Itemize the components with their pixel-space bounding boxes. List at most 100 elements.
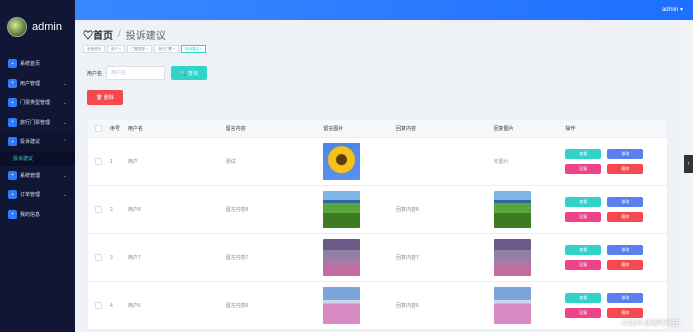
row-checkbox-cell <box>88 302 106 309</box>
feedback-icon: ▪ <box>8 137 17 147</box>
submenu-item-feedback[interactable]: 投诉建议 <box>0 151 75 166</box>
row-checkbox-cell <box>88 254 106 261</box>
reply-image-cell <box>490 287 562 324</box>
sidebar-item[interactable]: ▪ 系统管理 ⌄ <box>0 166 75 186</box>
sidebar: admin ▪ 系统首页 ▪ 用户管理 ⌄ ▪ 门票类型管理 ⌄ ▪ 旅行门票管理 ⌄ ▪ 投诉建议 ⌃ … <box>0 0 75 332</box>
action-buttons: 查看 修改 回复 删除 <box>565 245 667 270</box>
sidebar-item[interactable]: ▪ 投诉建议 ⌃ <box>0 132 75 152</box>
view-button[interactable]: 查看 <box>565 197 602 207</box>
row-checkbox[interactable] <box>95 254 102 261</box>
row-username: 用户 <box>127 159 138 165</box>
tab-tag[interactable]: 旅行门票 × <box>154 45 180 53</box>
message-image[interactable] <box>323 143 361 180</box>
action-buttons: 查看 修改 回复 删除 <box>565 197 667 222</box>
reply-button[interactable]: 回复 <box>565 308 602 318</box>
breadcrumb-home[interactable]: ♡首页 <box>83 27 113 42</box>
column-header: 回复内容 <box>395 126 416 132</box>
delete-button[interactable]: 删除 <box>607 212 644 222</box>
edit-button[interactable]: 修改 <box>607 197 644 207</box>
message-image-cell <box>319 239 392 276</box>
delete-button[interactable]: 删除 <box>607 308 644 318</box>
user-menu[interactable]: admin ▾ <box>662 6 683 13</box>
sidebar-item[interactable]: ▪ 系统首页 <box>0 54 75 74</box>
row-number: 1 <box>109 158 113 165</box>
column-header: 操作 <box>565 126 576 132</box>
feedback-table: 序号 用户名 留言内容 留言图片 回复内容 回复图片 操作 1 用户 测试 无图片 查看 修改 回复 删除… <box>87 119 668 331</box>
tab-tag[interactable]: 系统首页 <box>83 45 105 53</box>
page-title: 投诉建议 <box>125 31 166 42</box>
side-panel-toggle-icon[interactable]: ‹ <box>684 155 693 173</box>
row-number: 3 <box>109 254 113 261</box>
row-actions: 查看 修改 回复 删除 <box>561 197 667 222</box>
brand: admin <box>0 0 75 54</box>
sidebar-item[interactable]: ▪ 我的信息 <box>0 205 75 225</box>
ticket-icon: ▪ <box>8 98 17 108</box>
reply-image[interactable] <box>493 239 531 276</box>
top-bar: admin ▾ <box>0 0 693 20</box>
action-buttons: 查看 修改 回复 删除 <box>565 149 667 174</box>
reply-button[interactable]: 回复 <box>565 212 602 222</box>
view-button[interactable]: 查看 <box>565 245 602 255</box>
reply-image-cell: 无图片 <box>490 158 562 165</box>
sidebar-item[interactable]: ▪ 旅行门票管理 ⌄ <box>0 113 75 133</box>
search-input[interactable]: 用户名 <box>106 66 166 80</box>
row-actions: 查看 修改 回复 删除 <box>561 293 667 318</box>
column-header: 回复图片 <box>493 126 514 132</box>
reply-button[interactable]: 回复 <box>565 164 602 174</box>
reply-image[interactable] <box>493 191 531 228</box>
row-checkbox-cell <box>88 158 106 165</box>
sidebar-item[interactable]: ▪ 订单管理 ⌄ <box>0 185 75 205</box>
row-checkbox[interactable] <box>95 206 102 213</box>
table-row: 3 用户7 留言内容7 回复内容7 查看 修改 回复 删除 <box>88 234 667 282</box>
search-button[interactable]: 🔍 查询 <box>171 66 208 80</box>
watermark: CSDN @博时科技 <box>622 320 679 327</box>
select-all-checkbox[interactable] <box>95 125 102 132</box>
reply-button[interactable]: 回复 <box>565 260 602 270</box>
message-image[interactable] <box>323 239 361 276</box>
logo-icon <box>7 17 27 37</box>
table-row: 1 用户 测试 无图片 查看 修改 回复 删除 <box>88 138 667 186</box>
tags-bar: 系统首页 用户 × 门票类型 × 旅行门票 × 投诉建议 × <box>83 45 208 53</box>
breadcrumb: ♡首页 / 投诉建议 <box>83 27 166 42</box>
row-content: 测试 <box>225 159 236 165</box>
view-button[interactable]: 查看 <box>565 149 602 159</box>
column-header: 留言内容 <box>225 126 246 132</box>
column-header <box>88 125 106 132</box>
batch-delete-button[interactable]: 🗑 删除 <box>87 90 123 105</box>
row-reply: 回复内容6 <box>395 303 419 309</box>
row-username: 用户7 <box>127 255 141 261</box>
view-button[interactable]: 查看 <box>565 293 602 303</box>
main-content: ♡首页 / 投诉建议 系统首页 用户 × 门票类型 × 旅行门票 × 投诉建议 × 用户… <box>75 20 683 332</box>
row-checkbox[interactable] <box>95 302 102 309</box>
row-content: 留言内容7 <box>225 255 249 261</box>
ticket-list-icon: ▪ <box>8 117 17 127</box>
sidebar-item[interactable]: ▪ 门票类型管理 ⌄ <box>0 93 75 113</box>
edit-button[interactable]: 修改 <box>607 293 644 303</box>
delete-button[interactable]: 删除 <box>607 260 644 270</box>
sidebar-item-label: 系统首页 <box>20 61 41 68</box>
search-bar: 用户名 用户名 🔍 查询 <box>87 66 208 80</box>
sidebar-item[interactable]: ▪ 用户管理 ⌄ <box>0 74 75 94</box>
column-header: 序号 <box>109 126 120 132</box>
delete-button[interactable]: 删除 <box>607 164 644 174</box>
row-checkbox[interactable] <box>95 158 102 165</box>
sidebar-item-label: 用户管理 <box>20 80 41 87</box>
reply-image-cell <box>490 239 562 276</box>
message-image[interactable] <box>323 287 361 324</box>
message-image-cell <box>319 143 392 180</box>
edit-button[interactable]: 修改 <box>607 245 644 255</box>
tab-tag[interactable]: 投诉建议 × <box>181 45 207 53</box>
no-image-text: 无图片 <box>493 159 509 165</box>
sidebar-item-label: 订单管理 <box>20 192 41 199</box>
tab-tag[interactable]: 用户 × <box>107 45 126 53</box>
tab-tag[interactable]: 门票类型 × <box>127 45 153 53</box>
scrollbar[interactable] <box>683 20 693 332</box>
edit-button[interactable]: 修改 <box>607 149 644 159</box>
row-username: 用户6 <box>127 303 141 309</box>
row-number: 4 <box>109 302 113 309</box>
message-image-cell <box>319 287 392 324</box>
table-row: 2 用户8 留言内容8 回复内容8 查看 修改 回复 删除 <box>88 186 667 234</box>
reply-image[interactable] <box>493 287 531 324</box>
chevron-icon: ⌄ <box>62 172 67 179</box>
message-image[interactable] <box>323 191 361 228</box>
